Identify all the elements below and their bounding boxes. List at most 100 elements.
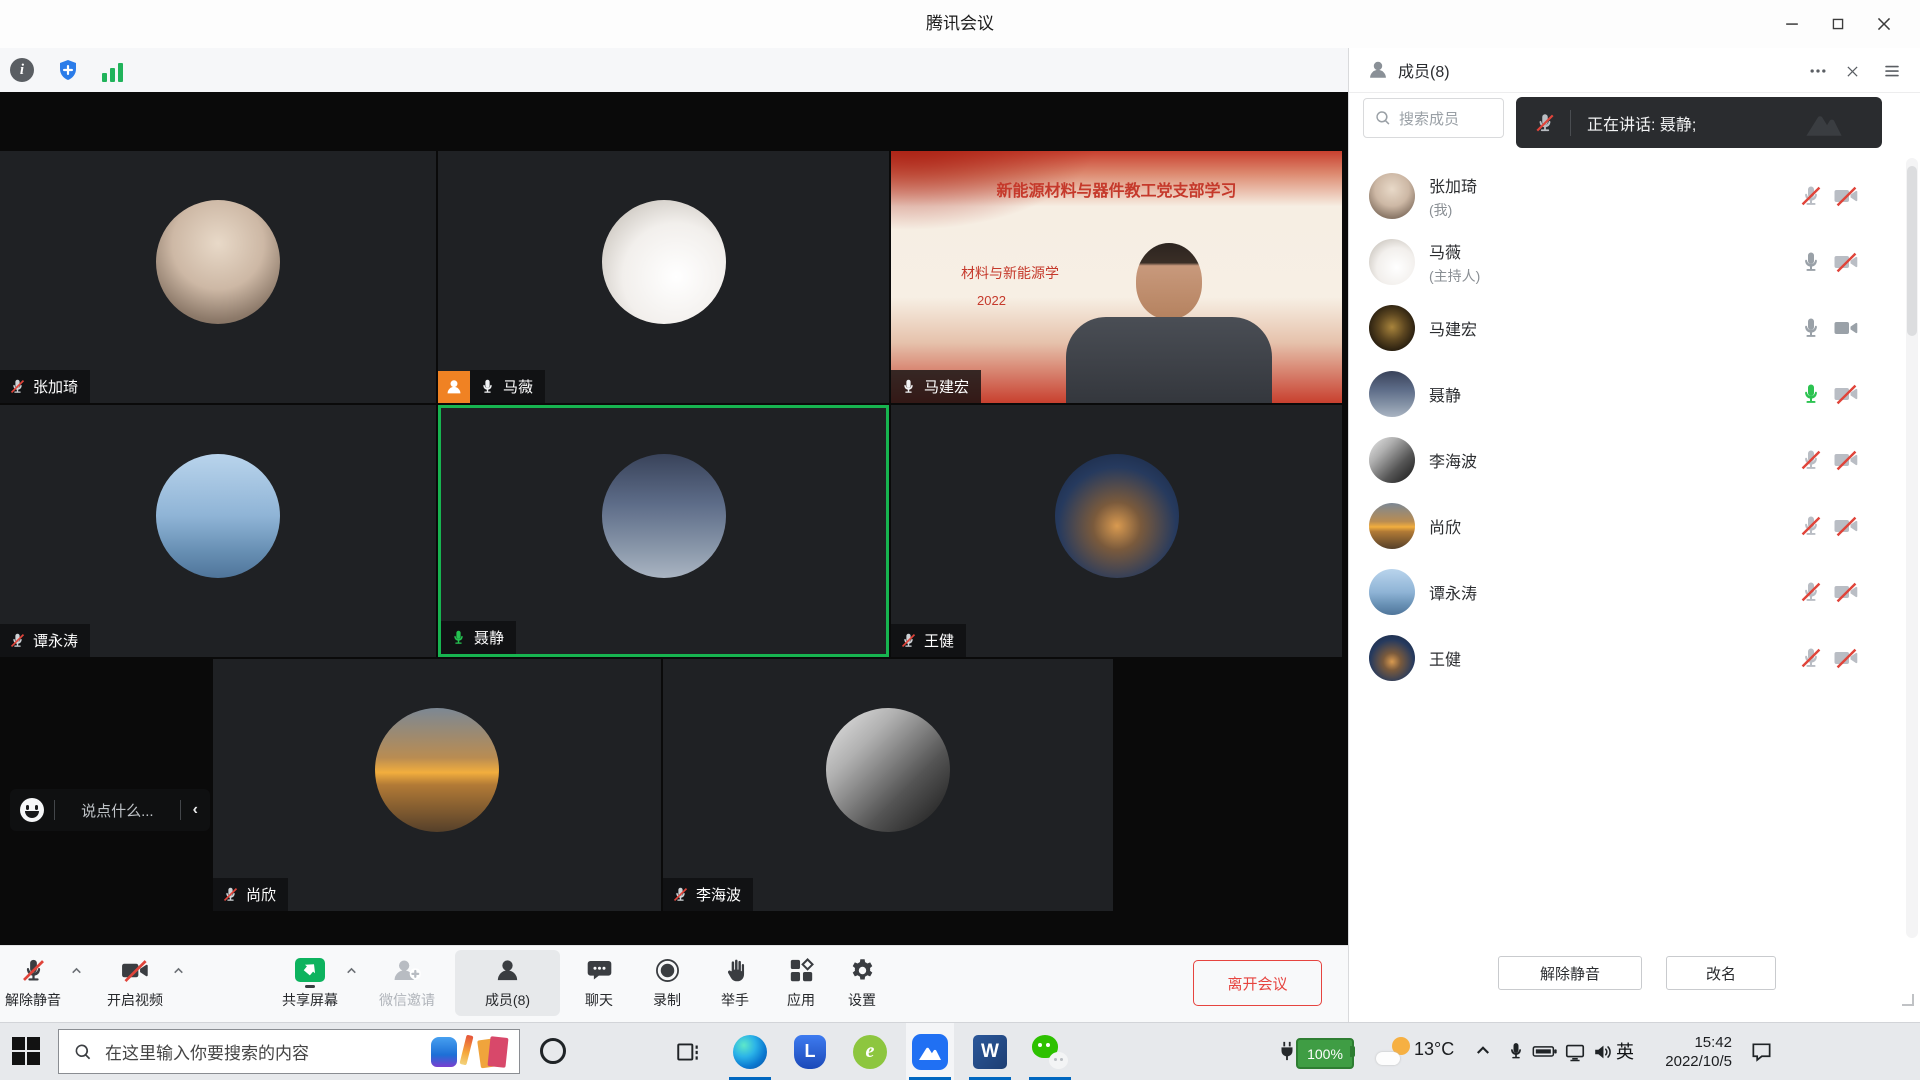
participant-name: 马薇	[503, 376, 533, 397]
tile-name-label: 马建宏	[891, 370, 981, 403]
lenovo-browser-icon[interactable]: L	[786, 1023, 834, 1080]
temperature-label[interactable]: 13°C	[1414, 1039, 1454, 1060]
maximize-button[interactable]	[1815, 0, 1861, 48]
member-row-wangjian[interactable]: 王健	[1349, 627, 1905, 689]
menu-icon[interactable]	[1881, 60, 1903, 82]
member-row-lihaibo[interactable]: 李海波	[1349, 429, 1905, 491]
slide-title: 新能源材料与器件教工党支部学习	[891, 177, 1342, 201]
share-screen-icon	[277, 953, 343, 987]
meeting-info-icon[interactable]: i	[10, 58, 34, 82]
power-plug-icon[interactable]	[1276, 1039, 1298, 1063]
video-tile-wangjian[interactable]: 王健	[891, 405, 1342, 657]
ime-language-indicator[interactable]: 英	[1616, 1038, 1634, 1064]
tray-display-icon[interactable]	[1564, 1041, 1586, 1063]
mic-speaking-icon[interactable]	[1799, 382, 1823, 406]
video-tile-mawei[interactable]: 马薇	[438, 151, 889, 403]
collapse-chevron-icon[interactable]: ‹	[193, 801, 198, 819]
slide-year: 2022	[977, 293, 1006, 308]
members-panel-title: 成员(8)	[1398, 58, 1450, 82]
chat-input[interactable]: 说点什么...	[55, 800, 180, 821]
camera-on-icon[interactable]	[1833, 316, 1859, 340]
video-tile-niejing-speaking[interactable]: 聂静	[438, 405, 889, 657]
member-row-shangxin[interactable]: 尚欣	[1349, 495, 1905, 557]
raise-hand-button[interactable]: 举手	[702, 953, 768, 1010]
member-row-majianhong[interactable]: 马建宏	[1349, 297, 1905, 359]
mic-muted-icon[interactable]	[1799, 514, 1823, 538]
apps-button[interactable]: 应用	[768, 953, 834, 1010]
video-tile-majianhong[interactable]: 新能源材料与器件教工党支部学习 材料与新能源学 2022 马建宏	[891, 151, 1342, 403]
member-row-mawei[interactable]: 马薇 (主持人)	[1349, 231, 1905, 293]
camera-off-icon[interactable]	[1833, 448, 1859, 472]
cortana-button[interactable]	[540, 1038, 566, 1064]
tray-expand-chevron[interactable]	[1474, 1041, 1492, 1059]
search-icon	[1374, 109, 1392, 127]
camera-off-icon[interactable]	[1833, 646, 1859, 670]
video-tile-zhangjiaqi[interactable]: 张加琦	[0, 151, 436, 403]
close-button[interactable]	[1861, 0, 1907, 48]
member-name: 谭永涛	[1429, 580, 1477, 604]
camera-off-icon[interactable]	[1833, 514, 1859, 538]
settings-button[interactable]: 设置	[829, 953, 895, 1010]
battery-percent-badge[interactable]: 100%	[1296, 1038, 1354, 1069]
mic-muted-icon[interactable]	[1799, 184, 1823, 208]
camera-off-icon[interactable]	[1833, 250, 1859, 274]
tencent-meeting-app-icon[interactable]	[906, 1023, 954, 1080]
mic-options-chevron[interactable]	[70, 964, 83, 977]
panel-scrollbar[interactable]	[1906, 158, 1918, 938]
tray-speaker-icon[interactable]	[1592, 1041, 1614, 1063]
more-options-icon[interactable]	[1807, 60, 1829, 82]
minimize-button[interactable]	[1769, 0, 1815, 48]
members-panel-header: 成员(8)	[1349, 48, 1920, 93]
member-row-tanyongtao[interactable]: 谭永涛	[1349, 561, 1905, 623]
leave-meeting-button[interactable]: 离开会议	[1193, 960, 1322, 1006]
members-button[interactable]: 成员(8)	[455, 950, 560, 1016]
participant-name: 李海波	[696, 884, 741, 905]
scrollbar-thumb[interactable]	[1907, 166, 1917, 336]
quick-chat-bar[interactable]: 说点什么... ‹	[10, 789, 210, 831]
taskbar-search-box[interactable]: 在这里输入你要搜索的内容	[58, 1029, 520, 1074]
tray-battery-icon[interactable]	[1532, 1041, 1558, 1061]
mic-muted-icon[interactable]	[1799, 580, 1823, 604]
network-signal-icon[interactable]	[102, 58, 126, 82]
share-screen-button[interactable]: 共享屏幕	[277, 953, 343, 1010]
edge-browser-icon[interactable]	[726, 1023, 774, 1080]
mic-muted-icon[interactable]	[1799, 448, 1823, 472]
close-panel-icon[interactable]	[1841, 60, 1863, 82]
share-options-chevron[interactable]	[345, 964, 358, 977]
participant-name: 张加琦	[33, 376, 78, 397]
360-browser-icon[interactable]: e	[846, 1023, 894, 1080]
member-row-niejing[interactable]: 聂静	[1349, 363, 1905, 425]
mic-on-icon[interactable]	[1799, 316, 1823, 340]
unmute-button[interactable]: 解除静音	[0, 953, 66, 1010]
start-video-button[interactable]: 开启视频	[102, 953, 168, 1010]
record-button[interactable]: 录制	[634, 953, 700, 1010]
task-view-button[interactable]	[664, 1023, 712, 1080]
action-center-icon[interactable]	[1750, 1040, 1773, 1063]
video-tile-lihaibo[interactable]: 李海波	[663, 659, 1113, 911]
member-row-zhangjiaqi[interactable]: 张加琦 (我)	[1349, 165, 1905, 227]
resize-handle[interactable]	[1902, 994, 1914, 1006]
camera-off-icon[interactable]	[1833, 580, 1859, 604]
emoji-icon[interactable]	[20, 798, 44, 822]
search-members-input[interactable]: 搜索成员	[1363, 98, 1504, 138]
mic-on-icon[interactable]	[1799, 250, 1823, 274]
security-shield-icon[interactable]	[56, 58, 80, 82]
wechat-invite-button[interactable]: 微信邀请	[374, 953, 440, 1010]
weather-icon[interactable]	[1376, 1037, 1410, 1067]
video-tile-tanyongtao[interactable]: 谭永涛	[0, 405, 436, 657]
member-name: 李海波	[1429, 448, 1477, 472]
panel-unmute-button[interactable]: 解除静音	[1498, 956, 1642, 990]
wechat-app-icon[interactable]	[1026, 1023, 1074, 1080]
video-tile-shangxin[interactable]: 尚欣	[213, 659, 661, 911]
camera-off-icon[interactable]	[1833, 184, 1859, 208]
video-options-chevron[interactable]	[172, 964, 185, 977]
chat-button[interactable]: 聊天	[566, 953, 632, 1010]
mic-muted-icon[interactable]	[1799, 646, 1823, 670]
panel-rename-button[interactable]: 改名	[1666, 956, 1776, 990]
tray-mic-icon[interactable]	[1506, 1041, 1526, 1061]
taskbar-clock[interactable]: 15:42 2022/10/5	[1652, 1033, 1732, 1071]
start-button[interactable]	[12, 1037, 42, 1067]
camera-off-icon[interactable]	[1833, 382, 1859, 406]
bottom-toolbar: 解除静音 开启视频 共享屏幕 微信邀请 成员(8) 聊天	[0, 945, 1348, 1022]
word-app-icon[interactable]: W	[966, 1023, 1014, 1080]
